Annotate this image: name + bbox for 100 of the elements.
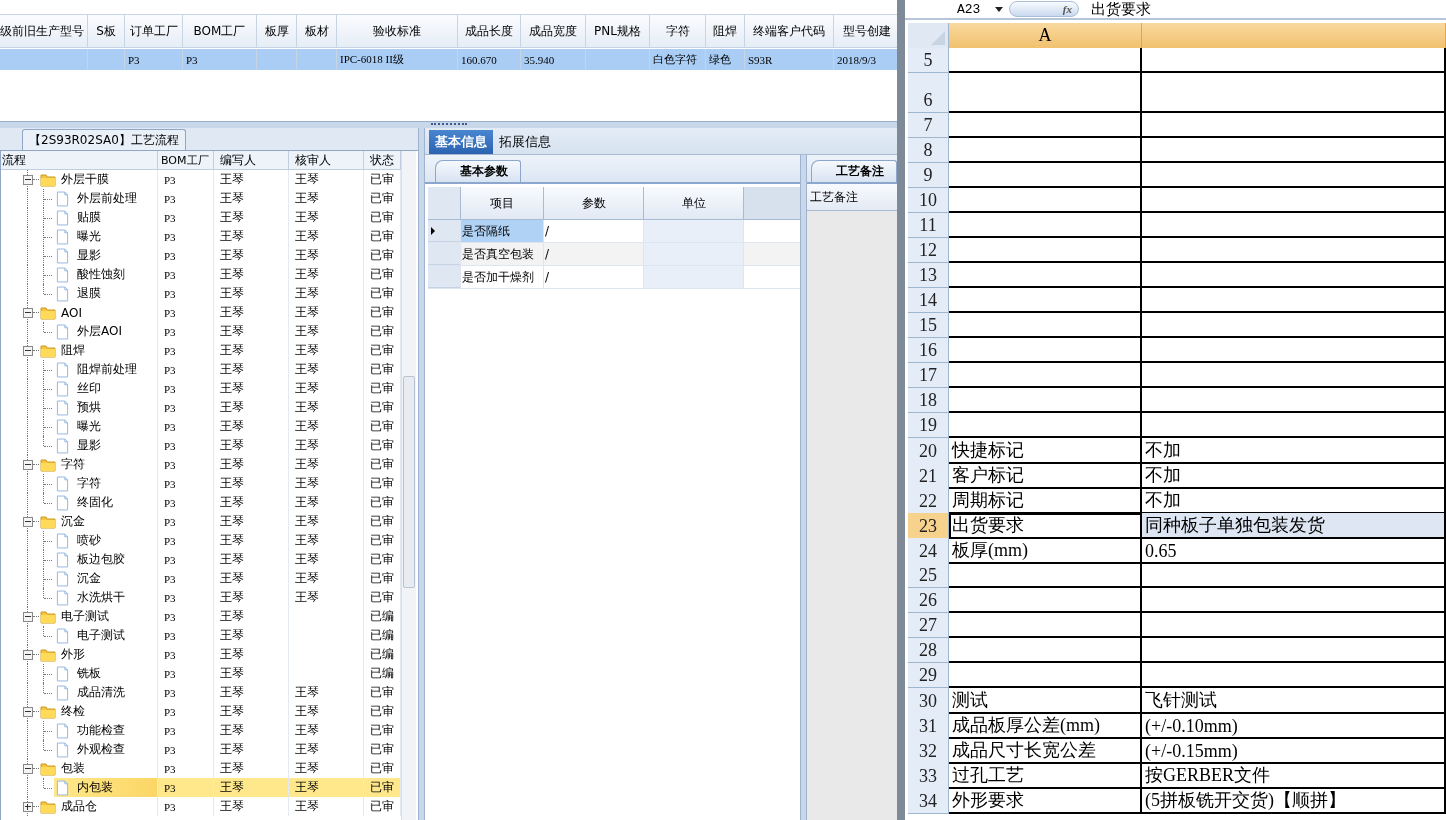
spreadsheet-cell[interactable] [949,388,1142,413]
spreadsheet-cell[interactable] [1142,638,1446,663]
spreadsheet-cell[interactable] [949,338,1142,363]
row-header[interactable]: 11 [908,213,949,238]
table-cell[interactable]: 是否真空包装 [460,243,543,265]
spreadsheet-cell[interactable] [1142,613,1446,638]
spreadsheet-cell[interactable] [949,588,1142,613]
spreadsheet-cell[interactable]: 飞针测试 [1142,688,1446,714]
tree-row[interactable]: 外观检查 P3 王琴 王琴 已审 [1,740,401,759]
collapse-icon[interactable] [23,345,33,356]
spreadsheet-cell[interactable] [1142,73,1446,113]
spreadsheet-cell[interactable] [1142,413,1446,438]
row-header[interactable]: 19 [908,413,949,438]
tab[interactable]: 工艺备注 [811,160,897,182]
spreadsheet-cell[interactable] [949,413,1142,438]
spreadsheet-cell[interactable] [1142,48,1446,73]
column-header[interactable]: 成品宽度 [521,15,586,47]
spreadsheet-cell[interactable]: 板厚(mm) [949,538,1142,564]
tree-row[interactable]: 成品仓 P3 王琴 王琴 已审 [1,797,401,816]
table-cell[interactable]: / [543,243,643,265]
spreadsheet-cell[interactable]: 出货要求 [949,513,1142,539]
spreadsheet-cell[interactable] [1142,563,1446,588]
column-header[interactable]: BOM工厂 [158,151,214,169]
tree-row[interactable]: 外层AOI P3 王琴 王琴 已审 [1,322,401,341]
tab[interactable]: 基本参数 [435,160,521,182]
column-header[interactable]: 流程 [1,151,158,169]
spreadsheet-cell[interactable] [949,73,1142,113]
tree-row[interactable]: 阻焊 P3 王琴 王琴 已审 [1,341,401,360]
tree-row[interactable]: 终固化 P3 王琴 王琴 已审 [1,493,401,512]
scrollbar[interactable] [401,151,416,820]
tree-row[interactable]: 板边包胶 P3 王琴 王琴 已审 [1,550,401,569]
column-header[interactable]: 编写人 [214,151,289,169]
row-header[interactable]: 18 [908,388,949,413]
caret-icon[interactable] [995,6,1003,12]
column-header[interactable]: 成品长度 [458,15,521,47]
spreadsheet-cell[interactable]: 按GERBER文件 [1142,763,1446,789]
column-header[interactable]: A [949,23,1142,48]
spreadsheet-cell[interactable] [949,638,1142,663]
tree-row[interactable]: 显影 P3 王琴 王琴 已审 [1,436,401,455]
tree-row[interactable]: 成品清洗 P3 王琴 王琴 已审 [1,683,401,702]
collapse-icon[interactable] [23,611,33,622]
spreadsheet-cell[interactable] [949,48,1142,73]
tree-row[interactable]: 外层干膜 P3 王琴 王琴 已审 [1,170,401,189]
tree-row[interactable]: 预烘 P3 王琴 王琴 已审 [1,398,401,417]
row-header[interactable]: 13 [908,263,949,288]
row-header[interactable]: 14 [908,288,949,313]
row-header[interactable]: 24 [908,538,949,564]
spreadsheet-cell[interactable]: (+/-0.15mm) [1142,738,1446,764]
tab[interactable]: 拓展信息 [493,130,557,154]
column-header[interactable]: 项目 [460,187,543,219]
collapse-icon[interactable] [23,763,33,774]
column-header[interactable]: PNL规格 [586,15,650,47]
row-header[interactable]: 21 [908,463,949,489]
spreadsheet-cell[interactable] [949,313,1142,338]
tree-row[interactable]: 电子测试 P3 王琴 已编 [1,626,401,645]
row-header[interactable]: 15 [908,313,949,338]
column-header[interactable]: 验收标准 [337,15,458,47]
spreadsheet-cell[interactable]: 不加 [1142,438,1446,464]
tree-row[interactable]: AOI P3 王琴 王琴 已审 [1,303,401,322]
spreadsheet-cell[interactable] [949,363,1142,388]
spreadsheet-cell[interactable]: 成品尺寸长宽公差 [949,738,1142,764]
column-header[interactable]: S板 [88,15,125,47]
tree-row[interactable]: 阻焊前处理 P3 王琴 王琴 已审 [1,360,401,379]
name-box[interactable]: A23 [905,1,993,17]
row-header[interactable]: 12 [908,238,949,263]
collapse-icon[interactable] [23,649,33,660]
tree-row[interactable]: 沉金 P3 王琴 王琴 已审 [1,569,401,588]
spreadsheet-cell[interactable] [949,288,1142,313]
collapse-icon[interactable] [23,174,33,185]
row-header[interactable]: 23 [908,513,949,539]
spreadsheet-cell[interactable]: (5拼板铣开交货)【顺拼】 [1142,788,1446,814]
column-header[interactable]: 终端客户代码 [745,15,834,47]
spreadsheet-cell[interactable] [949,213,1142,238]
spreadsheet-cell[interactable] [1142,588,1446,613]
row-header[interactable]: 8 [908,138,949,163]
tree-row[interactable]: 外层前处理 P3 王琴 王琴 已审 [1,189,401,208]
row-header[interactable]: 32 [908,738,949,764]
tree-row[interactable]: 水洗烘干 P3 王琴 王琴 已审 [1,588,401,607]
spreadsheet-cell[interactable] [1142,188,1446,213]
tree-row[interactable]: 喷砂 P3 王琴 王琴 已审 [1,531,401,550]
spreadsheet-cell[interactable] [1142,163,1446,188]
spreadsheet-cell[interactable] [949,188,1142,213]
row-header[interactable]: 25 [908,563,949,588]
spreadsheet-cell[interactable] [1142,338,1446,363]
spreadsheet-cell[interactable]: 测试 [949,688,1142,714]
spreadsheet-cell[interactable] [1142,263,1446,288]
row-header[interactable]: 28 [908,638,949,663]
tab[interactable]: 基本信息 [429,130,493,154]
spreadsheet-cell[interactable] [1142,363,1446,388]
spreadsheet-cell[interactable] [949,613,1142,638]
row-header[interactable]: 16 [908,338,949,363]
tree-row[interactable]: 退膜 P3 王琴 王琴 已审 [1,284,401,303]
row-header[interactable]: 33 [908,763,949,789]
spreadsheet-cell[interactable] [949,238,1142,263]
tree-row[interactable]: 外形 P3 王琴 已编 [1,645,401,664]
spreadsheet-cell[interactable] [1142,663,1446,688]
column-header[interactable]: 阻焊 [706,15,745,47]
column-header[interactable]: 核审人 [289,151,364,169]
row-header[interactable]: 7 [908,113,949,138]
row-header[interactable]: 29 [908,663,949,688]
